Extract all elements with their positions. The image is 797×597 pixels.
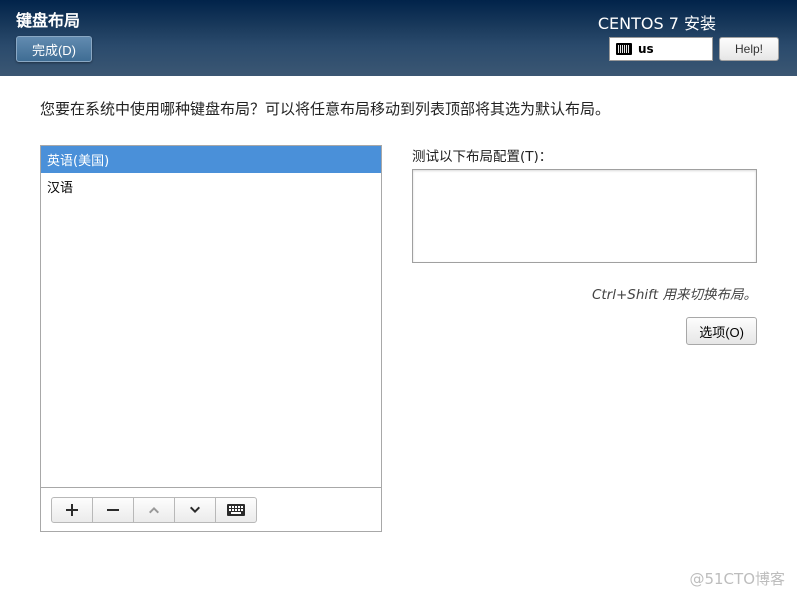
done-button[interactable]: 完成(D) bbox=[16, 36, 92, 62]
installer-title: CENTOS 7 安装 bbox=[598, 10, 716, 34]
options-button[interactable]: 选项(O) bbox=[686, 317, 757, 345]
watermark: @51CTO博客 bbox=[689, 568, 785, 589]
keyboard-icon bbox=[227, 504, 245, 516]
instruction-text: 您要在系统中使用哪种键盘布局？可以将任意布局移动到列表顶部将其选为默认布局。 bbox=[40, 98, 757, 119]
layout-list-item[interactable]: 汉语 bbox=[41, 173, 381, 200]
layout-list-toolbar bbox=[40, 488, 382, 532]
preview-layout-button[interactable] bbox=[215, 497, 257, 523]
minus-icon bbox=[107, 504, 119, 516]
current-layout-code: us bbox=[638, 42, 654, 56]
add-layout-button[interactable] bbox=[51, 497, 93, 523]
layout-list-item[interactable]: 英语(美国) bbox=[41, 146, 381, 173]
help-button[interactable]: Help! bbox=[719, 37, 779, 61]
move-down-button[interactable] bbox=[174, 497, 216, 523]
keyboard-layout-list[interactable]: 英语(美国)汉语 bbox=[40, 145, 382, 488]
remove-layout-button[interactable] bbox=[92, 497, 134, 523]
move-up-button[interactable] bbox=[133, 497, 175, 523]
installer-header: 键盘布局 完成(D) CENTOS 7 安装 us Help! bbox=[0, 0, 797, 76]
test-layout-input[interactable] bbox=[412, 169, 757, 263]
keyboard-icon bbox=[616, 43, 632, 55]
chevron-down-icon bbox=[189, 504, 201, 516]
chevron-up-icon bbox=[148, 504, 160, 516]
keyboard-layout-indicator[interactable]: us bbox=[609, 37, 713, 61]
plus-icon bbox=[66, 504, 78, 516]
test-layout-label: 测试以下布局配置(T)： bbox=[412, 145, 757, 165]
page-title: 键盘布局 bbox=[16, 7, 80, 31]
switch-layout-hint: Ctrl+Shift 用来切换布局。 bbox=[412, 283, 757, 303]
